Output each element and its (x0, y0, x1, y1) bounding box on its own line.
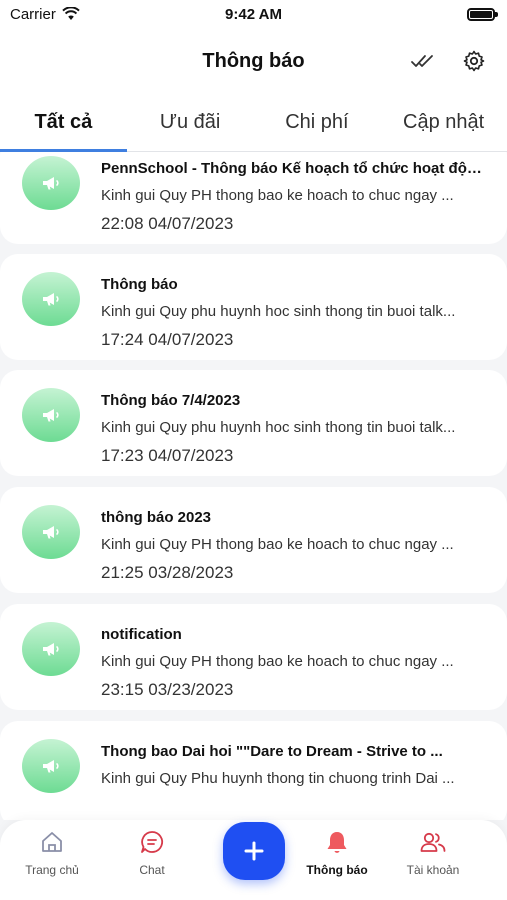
list-item[interactable]: Thông báo 7/4/2023 Kinh gui Quy phu huyn… (0, 370, 507, 476)
notification-tabs: Tất cả Ưu đãi Chi phí Cập nhật (0, 94, 507, 152)
notification-avatar (22, 739, 80, 793)
settings-button[interactable] (461, 48, 487, 74)
bottom-navigation: Trang chủ Chat Thông báo Tài khoản (0, 820, 507, 900)
nav-notifications[interactable]: Thông báo (292, 828, 382, 877)
battery-icon (467, 7, 498, 21)
list-item[interactable]: Thông báo Kinh gui Quy phu huynh hoc sin… (0, 254, 507, 360)
notification-avatar (22, 622, 80, 676)
megaphone-icon (43, 293, 59, 306)
notification-time: 21:25 03/28/2023 (101, 563, 234, 582)
megaphone-icon (43, 643, 59, 656)
notification-avatar (22, 505, 80, 559)
notification-body: Kinh gui Quy PH thong bao ke hoach to ch… (101, 187, 454, 204)
notification-title: Thông báo 7/4/2023 (101, 392, 241, 409)
notification-title: Thông báo (101, 276, 178, 293)
list-item[interactable]: notification Kinh gui Quy PH thong bao k… (0, 604, 507, 710)
list-item[interactable]: Thong bao Dai hoi ""Dare to Dream - Stri… (0, 721, 507, 820)
tab-offers[interactable]: Ưu đãi (127, 94, 254, 151)
nav-home[interactable]: Trang chủ (7, 828, 97, 877)
page-title: Thông báo (202, 49, 305, 72)
nav-account-label: Tài khoản (406, 863, 460, 877)
gear-icon (463, 50, 485, 72)
wifi-icon (62, 7, 80, 20)
megaphone-icon (43, 409, 59, 422)
notification-avatar (22, 388, 80, 442)
nav-home-label: Trang chủ (25, 863, 79, 877)
notification-time: 22:08 04/07/2023 (101, 214, 234, 233)
notification-list: PennSchool - Thông báo Kế hoạch tổ chức … (0, 152, 507, 820)
notification-body: Kinh gui Quy phu huynh hoc sinh thong ti… (101, 419, 456, 436)
megaphone-icon (43, 177, 59, 190)
notification-title: Thong bao Dai hoi ""Dare to Dream - Stri… (101, 743, 443, 760)
nav-chat-label: Chat (139, 863, 165, 877)
notification-time: 17:24 04/07/2023 (101, 330, 234, 349)
chat-icon (138, 828, 166, 856)
notification-body: Kinh gui Quy PH thong bao ke hoach to ch… (101, 653, 454, 670)
tab-all[interactable]: Tất cả (0, 94, 127, 152)
notification-avatar (22, 156, 80, 210)
notification-body: Kinh gui Quy PH thong bao ke hoach to ch… (101, 536, 454, 553)
notification-time: 17:23 04/07/2023 (101, 446, 234, 465)
plus-icon (244, 841, 264, 861)
nav-notifications-label: Thông báo (306, 863, 368, 877)
list-item[interactable]: thông báo 2023 Kinh gui Quy PH thong bao… (0, 487, 507, 593)
tab-updates[interactable]: Cập nhật (380, 94, 507, 151)
notification-body: Kinh gui Quy Phu huynh thong tin chuong … (101, 770, 455, 787)
notification-title: notification (101, 626, 182, 643)
mark-all-read-button[interactable] (410, 48, 436, 74)
megaphone-icon (43, 760, 59, 773)
list-item[interactable]: PennSchool - Thông báo Kế hoạch tổ chức … (0, 152, 507, 244)
carrier-info: Carrier (10, 6, 80, 23)
nav-account[interactable]: Tài khoản (388, 828, 478, 877)
notification-title: PennSchool - Thông báo Kế hoạch tổ chức … (101, 160, 485, 177)
tab-expenses[interactable]: Chi phí (254, 94, 381, 151)
nav-chat[interactable]: Chat (107, 828, 197, 877)
home-icon (38, 828, 66, 856)
double-check-icon (411, 55, 433, 67)
megaphone-icon (43, 526, 59, 539)
users-icon (419, 828, 447, 856)
notification-title: thông báo 2023 (101, 509, 212, 526)
notification-avatar (22, 272, 80, 326)
app-header: Thông báo (0, 28, 507, 94)
notification-time: 23:15 03/23/2023 (101, 680, 234, 699)
notification-body: Kinh gui Quy phu huynh hoc sinh thong ti… (101, 303, 456, 320)
add-button[interactable] (223, 822, 285, 880)
status-bar: Carrier 9:42 AM (0, 0, 507, 28)
bell-icon (323, 828, 351, 856)
carrier-label: Carrier (10, 5, 56, 23)
